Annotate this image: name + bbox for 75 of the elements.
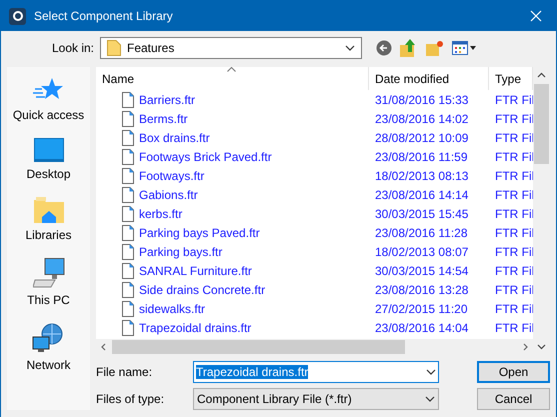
folder-icon <box>34 197 64 223</box>
caret-icon <box>425 396 435 402</box>
place-item[interactable]: Quick access <box>12 106 84 124</box>
date-cell-text: 18/02/2013 08:07 <box>374 244 470 260</box>
file-name-cell[interactable]: Parking bays.ftr <box>139 242 222 260</box>
file-icon <box>122 320 134 336</box>
file-icon <box>122 206 134 222</box>
up-folder-icon[interactable] <box>400 39 418 57</box>
window-title: Select Component Library <box>34 8 174 25</box>
computer-icon <box>32 258 64 288</box>
file-name-label: File name: <box>96 364 154 381</box>
file-type-label: Files of type: <box>96 391 166 408</box>
date-cell-text: 31/08/2016 15:33 <box>374 92 470 108</box>
date-cell-text: 23/08/2016 14:04 <box>374 320 470 336</box>
date-cell-text: 18/02/2013 08:13 <box>374 168 470 184</box>
file-name-cell[interactable]: Footways.ftr <box>139 166 204 184</box>
file-icon <box>122 168 134 184</box>
file-name-cell[interactable]: Parking bays Paved.ftr <box>139 224 260 242</box>
file-name-field[interactable]: Trapezoidal drains.ftr <box>193 361 439 383</box>
file-name-cell[interactable]: Gabions.ftr <box>139 186 198 204</box>
date-cell-text: 28/08/2012 10:09 <box>374 130 470 146</box>
look-in-dropdown[interactable]: Features <box>100 37 362 59</box>
file-icon <box>122 130 134 146</box>
back-icon[interactable] <box>376 40 392 56</box>
column-header[interactable]: Date modified <box>369 67 489 90</box>
caret-icon <box>426 369 436 375</box>
date-cell-text: 27/02/2015 11:20 <box>374 300 469 318</box>
file-icon <box>122 282 134 298</box>
caret-icon <box>345 45 355 51</box>
file-icon <box>122 148 134 164</box>
date-cell-text: 30/03/2015 15:45 <box>374 206 470 222</box>
date-cell-text: 23/08/2016 13:28 <box>374 282 470 298</box>
open-button[interactable]: Open <box>477 361 550 383</box>
date-cell-text: 23/08/2016 11:28 <box>374 224 469 242</box>
view-menu-icon[interactable] <box>452 41 476 55</box>
file-icon <box>122 262 134 278</box>
place-item[interactable]: This PC <box>27 291 70 309</box>
file-icon <box>122 300 134 316</box>
look-in-label: Look in: <box>50 40 95 57</box>
network-icon <box>32 323 64 353</box>
app-logo-icon <box>9 8 26 24</box>
new-folder-icon[interactable] <box>426 40 444 56</box>
place-item[interactable]: Network <box>26 356 70 374</box>
file-icon <box>122 92 134 108</box>
file-icon <box>122 224 134 240</box>
scrollbar-thumb[interactable] <box>112 340 405 354</box>
file-name-cell[interactable]: kerbs.ftr <box>139 204 182 222</box>
file-icon <box>122 244 134 260</box>
sort-up-icon <box>227 67 236 72</box>
file-type-value: Component Library File (*.ftr) <box>197 391 353 408</box>
file-icon <box>122 110 134 126</box>
monitor-icon <box>34 138 64 162</box>
file-type-dropdown[interactable]: Component Library File (*.ftr) <box>193 388 439 410</box>
cancel-button[interactable]: Cancel <box>477 388 550 410</box>
file-name-cell[interactable]: Barriers.ftr <box>139 90 196 108</box>
file-name-cell[interactable]: Trapezoidal drains.ftr <box>139 318 252 336</box>
place-item[interactable]: Libraries <box>25 226 72 244</box>
close-icon[interactable] <box>530 10 542 22</box>
file-name-cell[interactable]: Box drains.ftr <box>139 128 210 146</box>
file-name-cell[interactable]: SANRAL Furniture.ftr <box>139 262 252 280</box>
file-name-cell[interactable]: sidewalks.ftr <box>139 300 206 318</box>
file-icon <box>122 186 134 202</box>
date-cell-text: 23/08/2016 11:59 <box>374 148 469 166</box>
date-cell-text: 23/08/2016 14:14 <box>374 186 470 204</box>
date-cell-text: 23/08/2016 14:02 <box>374 110 470 128</box>
place-item[interactable]: Desktop <box>26 165 71 183</box>
file-name-cell[interactable]: Footways Brick Paved.ftr <box>139 148 272 166</box>
folder-icon <box>107 40 121 56</box>
scrollbar-thumb[interactable] <box>534 84 549 164</box>
file-name-cell[interactable]: Berms.ftr <box>139 110 188 128</box>
look-in-value: Features <box>127 40 176 57</box>
file-name-value: Trapezoidal drains.ftr <box>196 364 310 381</box>
file-name-cell[interactable]: Side drains Concrete.ftr <box>139 280 266 298</box>
date-cell-text: 30/03/2015 14:54 <box>374 262 470 280</box>
column-header[interactable]: Name <box>96 67 369 90</box>
